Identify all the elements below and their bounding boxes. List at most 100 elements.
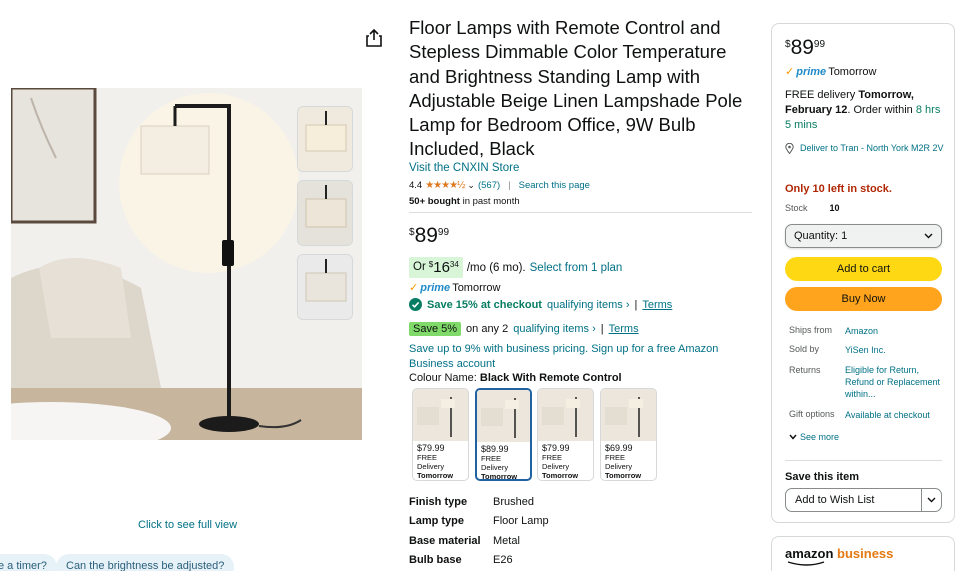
store-link[interactable]: Visit the CNXIN Store	[409, 162, 519, 174]
amazon-business-logo[interactable]: amazon business	[785, 546, 894, 566]
swatch-image	[601, 389, 656, 441]
terms-link[interactable]: Terms	[642, 299, 672, 311]
installment-pill: Or $ 16 34	[409, 257, 463, 278]
save5-text: on any 2	[466, 323, 509, 335]
returns-label: Returns	[789, 365, 821, 375]
swatch-price: $89.99	[481, 444, 509, 454]
review-count-link[interactable]: (567)	[478, 180, 500, 191]
swatch-delivery: FREE Delivery	[605, 453, 633, 471]
search-page-link[interactable]: Search this page	[519, 180, 590, 191]
spec-value-base-material: Metal	[493, 535, 520, 547]
order-within: . Order within	[847, 104, 913, 116]
swatch-day: Tomorrow	[417, 471, 454, 480]
colour-label: Colour Name:	[409, 372, 477, 384]
sold-by-value[interactable]: YiSen Inc.	[845, 344, 945, 356]
thumbnail-1[interactable]	[297, 106, 353, 172]
spec-value-bulb-base: E26	[493, 554, 513, 566]
installment-plan-link[interactable]: Select from 1 plan	[530, 262, 623, 274]
stock-value: 10	[829, 203, 840, 213]
spec-value-finish: Brushed	[493, 496, 534, 508]
product-title: Floor Lamps with Remote Control and Step…	[409, 17, 743, 160]
separator: |	[508, 180, 511, 191]
save-item-heading: Save this item	[785, 471, 859, 483]
gift-options-value[interactable]: Available at checkout	[845, 409, 945, 421]
see-more-text: See more	[800, 432, 840, 442]
swatch-price: $79.99	[542, 443, 570, 453]
delivery-prefix: FREE delivery	[785, 89, 856, 101]
see-more-link[interactable]: See more	[789, 432, 839, 442]
check-circle-icon	[409, 298, 422, 311]
rating-value: 4.4	[409, 180, 423, 191]
deliver-to-link[interactable]: Deliver to Tran - North York M2R 2V	[785, 142, 945, 154]
qualifying-items-link[interactable]: qualifying items ›	[547, 299, 630, 311]
star-rating-icon[interactable]: ★★★★½	[425, 180, 465, 191]
stock-alert: Only 10 left in stock.	[785, 183, 892, 195]
quantity-select[interactable]: Quantity: 1	[785, 224, 942, 248]
price: $ 89 99	[409, 224, 449, 248]
question-chip-1[interactable]: e a timer?	[0, 554, 57, 571]
add-to-wishlist-button[interactable]: Add to Wish List	[785, 488, 942, 512]
swatch-day: Tomorrow	[542, 471, 579, 480]
spec-value-lamp-type: Floor Lamp	[493, 515, 549, 527]
buybox-price: $ 89 99	[785, 36, 825, 60]
swatch-price: $79.99	[417, 443, 445, 453]
deliver-to-text: Deliver to Tran - North York M2R 2V	[800, 143, 944, 153]
chevron-down-icon[interactable]: ⌄	[467, 180, 475, 191]
spec-key-base-material: Base material	[409, 535, 481, 547]
sold-by-label: Sold by	[789, 344, 820, 354]
installment-offer: Or $ 16 34 /mo (6 mo). Select from 1 pla…	[409, 257, 622, 278]
quantity-label: Quantity: 1	[794, 230, 848, 242]
bought-rest: in past month	[462, 196, 520, 207]
coupon-save15: Save 15% at checkout qualifying items › …	[409, 298, 672, 311]
buybox-prime: ✓ prime Tomorrow	[785, 65, 877, 79]
colour-option-2[interactable]: $89.99 FREE Delivery Tomorrow	[475, 388, 532, 481]
qualifying-items-link-2[interactable]: qualifying items ›	[513, 323, 596, 335]
price-whole: 89	[414, 224, 438, 247]
chevron-down-icon	[924, 233, 933, 239]
rating-row: 4.4 ★★★★½ ⌄ (567) | Search this page	[409, 180, 590, 191]
spec-key-finish: Finish type	[409, 496, 468, 508]
swatch-delivery: FREE Delivery	[481, 454, 509, 472]
colour-name: Colour Name: Black With Remote Control	[409, 372, 622, 384]
wishlist-label: Add to Wish List	[795, 494, 875, 506]
logo-business: business	[837, 546, 894, 561]
divider	[409, 212, 752, 213]
swatch-day: Tomorrow	[605, 471, 642, 480]
chevron-down-icon	[789, 434, 797, 440]
add-to-cart-button[interactable]: Add to cart	[785, 257, 942, 281]
share-icon[interactable]	[365, 28, 383, 48]
business-pricing-link[interactable]: Save up to 9% with business pricing. Sig…	[409, 342, 729, 372]
location-pin-icon	[785, 143, 794, 154]
save5-badge: Save 5%	[409, 322, 462, 336]
question-chip-2[interactable]: Can the brightness be adjusted?	[56, 554, 235, 571]
ships-from-label: Ships from	[789, 325, 833, 335]
bought-bold: 50+ bought	[409, 196, 460, 207]
delivery-info: FREE delivery Tomorrow, February 12. Ord…	[785, 88, 945, 133]
installment-or: Or	[413, 261, 426, 273]
thumbnail-2[interactable]	[297, 180, 353, 246]
colour-option-1[interactable]: $79.99 FREE Delivery Tomorrow	[412, 388, 469, 481]
colour-value: Black With Remote Control	[479, 372, 622, 384]
installment-term: /mo (6 mo).	[466, 261, 526, 274]
spec-key-bulb-base: Bulb base	[409, 554, 462, 566]
wishlist-dropdown[interactable]	[921, 489, 941, 511]
terms-link-2[interactable]: Terms	[609, 323, 639, 335]
stock-label: Stock	[785, 203, 808, 213]
separator: |	[600, 323, 604, 335]
prime-day: Tomorrow	[828, 65, 877, 78]
logo-amazon: amazon	[785, 546, 834, 561]
prime-delivery: ✓ prime Tomorrow	[409, 281, 500, 295]
colour-option-3[interactable]: $79.99 FREE Delivery Tomorrow	[537, 388, 594, 481]
colour-option-4[interactable]: $69.99 FREE Delivery Tomorrow	[600, 388, 657, 481]
gift-options-label: Gift options	[789, 409, 835, 419]
buy-now-button[interactable]: Buy Now	[785, 287, 942, 311]
divider	[785, 460, 942, 461]
stock-row: Stock 10	[785, 203, 840, 213]
swatch-image	[477, 390, 530, 442]
thumbnail-3[interactable]	[297, 254, 353, 320]
returns-value[interactable]: Eligible for Return, Refund or Replaceme…	[845, 364, 945, 400]
separator: |	[634, 298, 638, 311]
installment-fraction: 34	[449, 260, 459, 269]
ships-from-value[interactable]: Amazon	[845, 325, 945, 337]
full-view-link[interactable]: Click to see full view	[138, 519, 237, 531]
